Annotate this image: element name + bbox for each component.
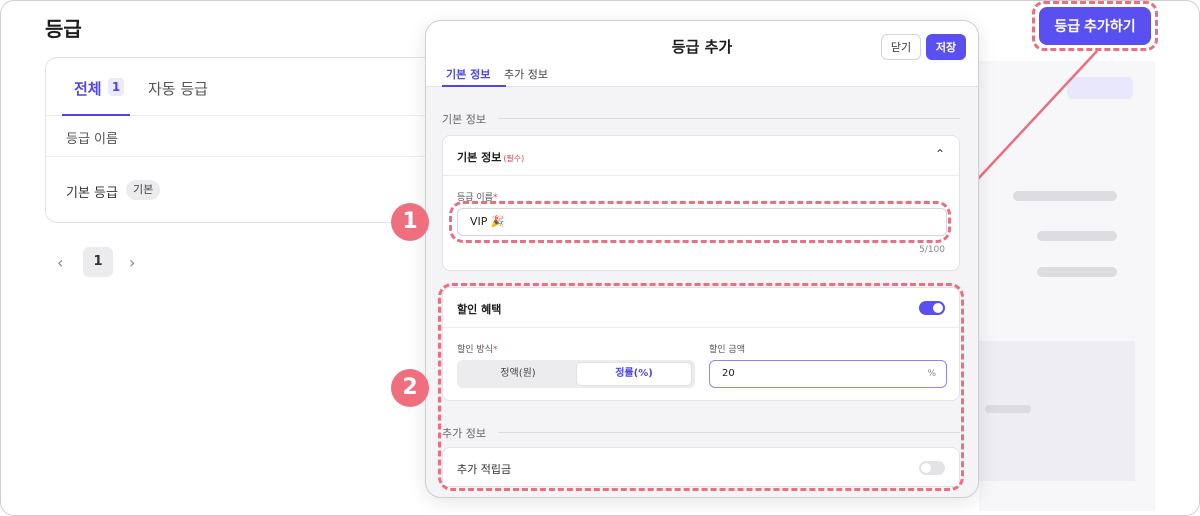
chevron-left-icon[interactable]: ‹: [57, 253, 63, 272]
screen-frame: 등급 전체 1 자동 등급 등급 이름 기본 등급 기본 ‹ 1 › 등급 추가…: [0, 0, 1200, 516]
tab-auto-grade[interactable]: 자동 등급: [148, 78, 208, 99]
status-badge: 기본: [126, 180, 161, 200]
tab-active-indicator: [442, 85, 506, 87]
chevron-up-icon[interactable]: ⌃: [935, 147, 945, 161]
blurred-text: [1037, 267, 1117, 277]
grade-tabs: 전체 1 자동 등급: [46, 58, 464, 116]
close-button[interactable]: 닫기: [881, 34, 921, 60]
step-marker-2: 2: [391, 369, 429, 407]
tab-basic-info[interactable]: 기본 정보: [446, 66, 490, 82]
section-label-basic: 기본 정보: [442, 113, 486, 126]
blurred-text: [985, 405, 1031, 413]
pagination-page[interactable]: 1: [83, 247, 113, 277]
required-tag: (필수): [503, 154, 525, 163]
section-divider: [498, 118, 960, 119]
grade-list-card: 전체 1 자동 등급 등급 이름 기본 등급 기본: [45, 57, 465, 223]
save-button[interactable]: 저장: [926, 34, 966, 60]
modal-header: 등급 추가 닫기 저장 기본 정보 추가 정보: [426, 21, 978, 87]
column-header-grade-name: 등급 이름: [66, 132, 118, 147]
chevron-right-icon[interactable]: ›: [129, 253, 135, 272]
basic-info-card-title: 기본 정보 (필수): [457, 151, 525, 164]
page-title: 등급: [45, 17, 82, 41]
table-row[interactable]: 기본 등급: [66, 182, 118, 201]
highlight-add-button: [1032, 1, 1158, 51]
blurred-chip: [1067, 77, 1133, 99]
highlight-discount-section: [438, 283, 964, 491]
highlight-grade-name: [449, 201, 951, 243]
tab-all-count-badge: 1: [108, 78, 124, 96]
character-counter: 5/100: [919, 245, 945, 255]
tab-all[interactable]: 전체: [74, 78, 102, 99]
step-marker-1: 1: [391, 203, 429, 241]
blurred-text: [1037, 231, 1117, 241]
tab-extra-info[interactable]: 추가 정보: [504, 66, 548, 82]
divider: [46, 156, 464, 157]
basic-info-card-header[interactable]: 기본 정보 (필수) ⌃: [443, 136, 959, 176]
tab-active-indicator: [62, 114, 130, 116]
blurred-text: [1013, 191, 1117, 201]
